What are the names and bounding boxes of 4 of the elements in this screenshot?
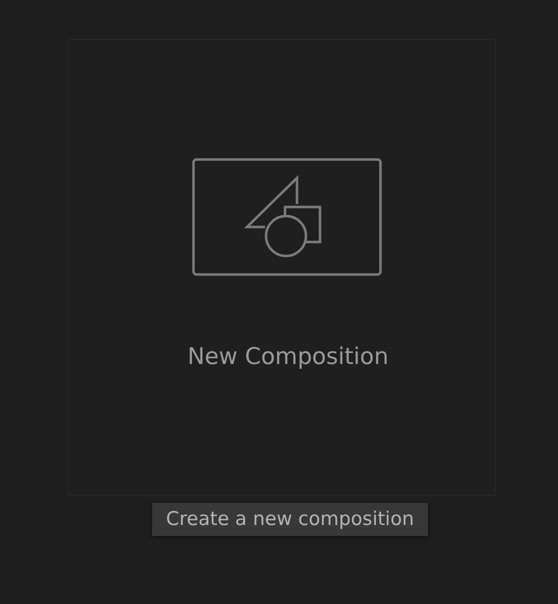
composition-card[interactable]: New Composition (67, 39, 496, 496)
shapes-icon (192, 158, 382, 276)
tooltip: Create a new composition (152, 503, 428, 536)
card-title: New Composition (187, 343, 389, 371)
